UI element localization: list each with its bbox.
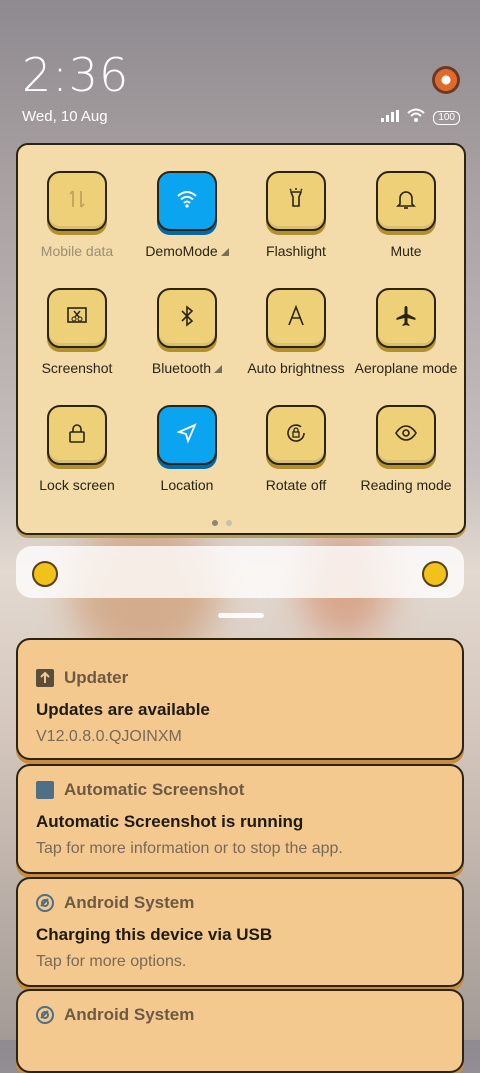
mute-toggle-button[interactable]: [376, 171, 436, 231]
brightness-high-icon: [422, 561, 448, 587]
bluetooth-icon: [175, 304, 199, 333]
page-dot-active: [212, 520, 218, 526]
tile-label-text: Flashlight: [266, 243, 326, 259]
android-system-icon: [36, 1006, 54, 1024]
tile-mute[interactable]: Mute: [351, 171, 461, 259]
tile-label: Mobile data: [22, 243, 132, 259]
clock: 2:36: [22, 48, 130, 102]
mobile-data-toggle-button[interactable]: [47, 171, 107, 231]
screenshot-icon: [65, 304, 89, 333]
wifi-icon: [407, 108, 425, 127]
notification-title: Automatic Screenshot is running: [36, 812, 304, 831]
tile-label-text: Lock screen: [39, 477, 115, 493]
expand-triangle-icon: [220, 248, 229, 257]
tile-label: Reading mode: [351, 477, 461, 493]
notification-app-name: Updater: [64, 668, 129, 687]
tile-flashlight[interactable]: Flashlight: [241, 171, 351, 259]
tile-label: Mute: [351, 243, 461, 259]
notification-body: V12.0.8.0.QJOINXM: [36, 728, 182, 745]
upload-icon: [36, 669, 54, 687]
battery-indicator: 100: [433, 110, 460, 125]
tile-label: Lock screen: [22, 477, 132, 493]
tile-location[interactable]: Location: [132, 405, 242, 493]
tile-label: Location: [132, 477, 242, 493]
quick-settings-panel: Mobile data DemoMode Flashlight Mute Screens…: [16, 143, 466, 535]
tile-rotate-off[interactable]: Rotate off: [241, 405, 351, 493]
tile-label-text: DemoMode: [145, 243, 218, 259]
notification-app-name: Android System: [64, 893, 195, 912]
app-square-icon: [36, 781, 54, 799]
expand-triangle-icon: [214, 365, 223, 374]
system-icons: 100: [381, 108, 460, 127]
tile-label: Flashlight: [241, 243, 351, 259]
notification-header: Android System: [36, 1005, 194, 1025]
tile-label-text: Aeroplane mode: [354, 360, 458, 376]
tile-reading-mode[interactable]: Reading mode: [351, 405, 461, 493]
tile-label-text: Mobile data: [40, 243, 114, 259]
eye-icon: [394, 421, 418, 450]
tile-label: Screenshot: [22, 360, 132, 376]
location-toggle-button[interactable]: [157, 405, 217, 465]
notification-body: Tap for more options.: [36, 953, 187, 970]
notification-card[interactable]: Automatic Screenshot Automatic Screenshot…: [16, 764, 464, 874]
tile-label: Bluetooth: [132, 360, 242, 376]
reading-mode-toggle-button[interactable]: [376, 405, 436, 465]
airplane-icon: [394, 304, 418, 333]
flashlight-icon: [284, 187, 308, 216]
notification-header: Android System: [36, 893, 194, 913]
notification-header: Automatic Screenshot: [36, 780, 244, 800]
tile-label: Auto brightness: [241, 360, 351, 376]
notification-header: Updater: [36, 668, 128, 688]
settings-gear-icon[interactable]: [432, 66, 460, 94]
aeroplane-mode-toggle-button[interactable]: [376, 288, 436, 348]
page-dot: [226, 520, 232, 526]
tile-label-text: Mute: [390, 243, 422, 259]
drag-handle[interactable]: [218, 613, 264, 618]
tile-aeroplane-mode[interactable]: Aeroplane mode: [351, 288, 461, 376]
brightness-low-icon: [32, 561, 58, 587]
flashlight-toggle-button[interactable]: [266, 171, 326, 231]
tile-label-text: Location: [160, 477, 214, 493]
notification-app-name: Android System: [64, 1005, 195, 1024]
notification-body: Tap for more information or to stop the …: [36, 840, 343, 857]
mobile-data-icon: [65, 187, 89, 216]
tile-label: DemoMode: [132, 243, 242, 259]
rotate-lock-icon: [284, 421, 308, 450]
tile-label-text: Bluetooth: [151, 360, 212, 376]
page-indicator: [212, 520, 232, 526]
auto-brightness-toggle-button[interactable]: [266, 288, 326, 348]
brightness-slider[interactable]: [16, 546, 464, 598]
demomode-toggle-button[interactable]: [157, 171, 217, 231]
notification-card[interactable]: Android System Charging this device via U…: [16, 877, 464, 987]
tile-label: Aeroplane mode: [351, 360, 461, 376]
tile-label-text: Reading mode: [360, 477, 452, 493]
bell-icon: [394, 187, 418, 216]
notification-title: Updates are available: [36, 700, 210, 719]
auto-brightness-icon: [284, 304, 308, 333]
location-icon: [175, 421, 199, 450]
lock-screen-toggle-button[interactable]: [47, 405, 107, 465]
bluetooth-toggle-button[interactable]: [157, 288, 217, 348]
tile-label-text: Rotate off: [265, 477, 327, 493]
tile-label-text: Screenshot: [41, 360, 113, 376]
tile-label-text: Auto brightness: [247, 360, 345, 376]
rotate-off-toggle-button[interactable]: [266, 405, 326, 465]
wifi-icon: [175, 187, 199, 216]
tile-screenshot[interactable]: Screenshot: [22, 288, 132, 376]
tile-label: Rotate off: [241, 477, 351, 493]
notification-card[interactable]: Updater Updates are available V12.0.8.0.QJ…: [16, 638, 464, 760]
tile-bluetooth[interactable]: Bluetooth: [132, 288, 242, 376]
tile-mobile-data[interactable]: Mobile data: [22, 171, 132, 259]
notification-card[interactable]: Android System: [16, 989, 464, 1073]
screenshot-toggle-button[interactable]: [47, 288, 107, 348]
tile-lock-screen[interactable]: Lock screen: [22, 405, 132, 493]
android-system-icon: [36, 894, 54, 912]
tile-auto-brightness[interactable]: Auto brightness: [241, 288, 351, 376]
date: Wed, 10 Aug: [22, 108, 108, 125]
lock-icon: [65, 421, 89, 450]
signal-icon: [381, 109, 400, 127]
notification-app-name: Automatic Screenshot: [64, 780, 245, 799]
tile-demomode[interactable]: DemoMode: [132, 171, 242, 259]
notification-title: Charging this device via USB: [36, 925, 273, 944]
